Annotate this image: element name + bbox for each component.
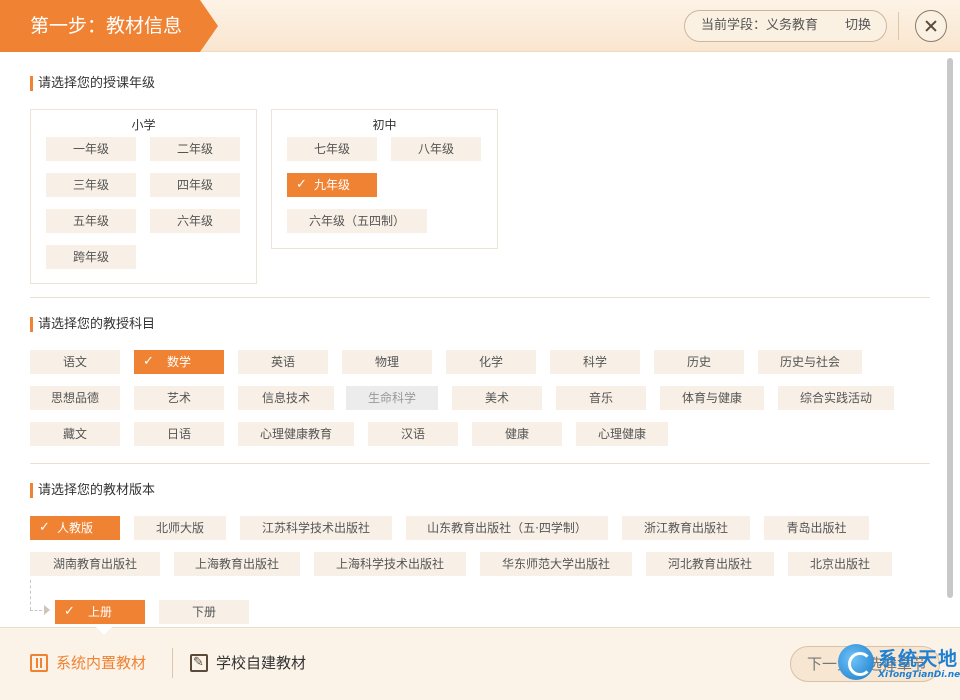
- subject-chip[interactable]: 化学: [446, 350, 536, 374]
- grade-chip[interactable]: 一年级: [46, 137, 136, 161]
- stage-label: 当前学段：义务教育: [701, 18, 819, 33]
- grade-section-title: 请选择您的授课年级: [30, 76, 155, 91]
- tab-builtin-label: 系统内置教材: [56, 654, 147, 672]
- step-title: 第一步：教材信息: [0, 0, 218, 52]
- subject-chip[interactable]: 语文: [30, 350, 120, 374]
- tree-connector: [30, 610, 42, 611]
- subject-chip[interactable]: 心理健康教育: [238, 422, 354, 446]
- subject-chip[interactable]: 音乐: [556, 386, 646, 410]
- subject-chip[interactable]: 美术: [452, 386, 542, 410]
- close-icon[interactable]: [915, 10, 947, 42]
- tab-school-label: 学校自建教材: [216, 654, 307, 672]
- subject-chip[interactable]: 信息技术: [238, 386, 334, 410]
- subject-chip[interactable]: 英语: [238, 350, 328, 374]
- grade-chip[interactable]: 二年级: [150, 137, 240, 161]
- subject-chip[interactable]: 物理: [342, 350, 432, 374]
- edition-chip[interactable]: 浙江教育出版社: [622, 516, 750, 540]
- grade-chip[interactable]: 八年级: [391, 137, 481, 161]
- grade-chip[interactable]: 七年级: [287, 137, 377, 161]
- edition-chip[interactable]: 北师大版: [134, 516, 226, 540]
- section-divider: [30, 463, 930, 464]
- edition-chip[interactable]: 湖南教育出版社: [30, 552, 160, 576]
- subject-chip[interactable]: 艺术: [134, 386, 224, 410]
- edition-chip[interactable]: 北京出版社: [788, 552, 892, 576]
- header-divider: [898, 12, 899, 40]
- grade-chip[interactable]: 跨年级: [46, 245, 136, 269]
- edition-chip[interactable]: 青岛出版社: [764, 516, 869, 540]
- volume-chip[interactable]: 下册: [159, 600, 249, 624]
- subject-chip[interactable]: 体育与健康: [660, 386, 764, 410]
- watermark-logo: 系统天地 XiTongTianDi.net: [838, 638, 960, 694]
- subject-chip[interactable]: 汉语: [368, 422, 458, 446]
- book-icon: [30, 654, 48, 672]
- subject-chip[interactable]: 心理健康: [576, 422, 668, 446]
- junior-grade-title: 初中: [372, 118, 397, 132]
- subject-chip[interactable]: 健康: [472, 422, 562, 446]
- subject-chip[interactable]: 综合实践活动: [778, 386, 894, 410]
- tree-arrow-icon: [44, 605, 50, 615]
- edition-chip[interactable]: 山东教育出版社（五·四学制）: [406, 516, 608, 540]
- edition-chip[interactable]: 江苏科学技术出版社: [240, 516, 392, 540]
- grade-chip[interactable]: 三年级: [46, 173, 136, 197]
- globe-icon: [838, 644, 874, 680]
- switch-stage-button[interactable]: 切换: [845, 11, 871, 41]
- footer: 系统内置教材 学校自建教材 下一步：选择章节 系统天地 XiTongTianDi…: [0, 627, 960, 700]
- footer-divider: [172, 648, 173, 678]
- subject-chip[interactable]: 历史: [654, 350, 744, 374]
- subject-section-title: 请选择您的教授科目: [30, 317, 155, 332]
- grade-chip-selected[interactable]: 九年级: [287, 173, 377, 197]
- grade-chip[interactable]: 六年级（五四制）: [287, 209, 427, 233]
- subject-chip-selected[interactable]: 数学: [134, 350, 224, 374]
- primary-grade-title: 小学: [131, 118, 156, 132]
- watermark-url: XiTongTianDi.net: [878, 670, 960, 680]
- edition-chip-selected[interactable]: 人教版: [30, 516, 120, 540]
- edition-chip[interactable]: 河北教育出版社: [646, 552, 774, 576]
- subject-chip[interactable]: 思想品德: [30, 386, 120, 410]
- subject-chip-disabled: 生命科学: [346, 386, 438, 410]
- watermark-text: 系统天地: [878, 648, 959, 670]
- volume-chip-selected[interactable]: 上册: [55, 600, 145, 624]
- edit-icon: [190, 652, 208, 674]
- tab-builtin-textbook[interactable]: 系统内置教材: [30, 652, 160, 674]
- subject-chip[interactable]: 日语: [134, 422, 224, 446]
- edition-chip[interactable]: 华东师范大学出版社: [480, 552, 632, 576]
- edition-chip[interactable]: 上海教育出版社: [174, 552, 300, 576]
- grade-chip[interactable]: 五年级: [46, 209, 136, 233]
- header: 第一步：教材信息 当前学段：义务教育 切换: [0, 0, 960, 52]
- edition-chip[interactable]: 上海科学技术出版社: [314, 552, 466, 576]
- tab-pointer-icon: [96, 627, 112, 635]
- tab-school-textbook[interactable]: 学校自建教材: [190, 652, 320, 674]
- subject-chip[interactable]: 藏文: [30, 422, 120, 446]
- tree-connector: [30, 580, 31, 610]
- section-divider: [30, 297, 930, 298]
- subject-chip[interactable]: 历史与社会: [758, 350, 862, 374]
- stage-selector[interactable]: 当前学段：义务教育 切换: [684, 10, 887, 42]
- grade-chip[interactable]: 六年级: [150, 209, 240, 233]
- scrollbar-thumb[interactable]: [947, 58, 953, 598]
- edition-section-title: 请选择您的教材版本: [30, 483, 155, 498]
- subject-chip[interactable]: 科学: [550, 350, 640, 374]
- grade-chip[interactable]: 四年级: [150, 173, 240, 197]
